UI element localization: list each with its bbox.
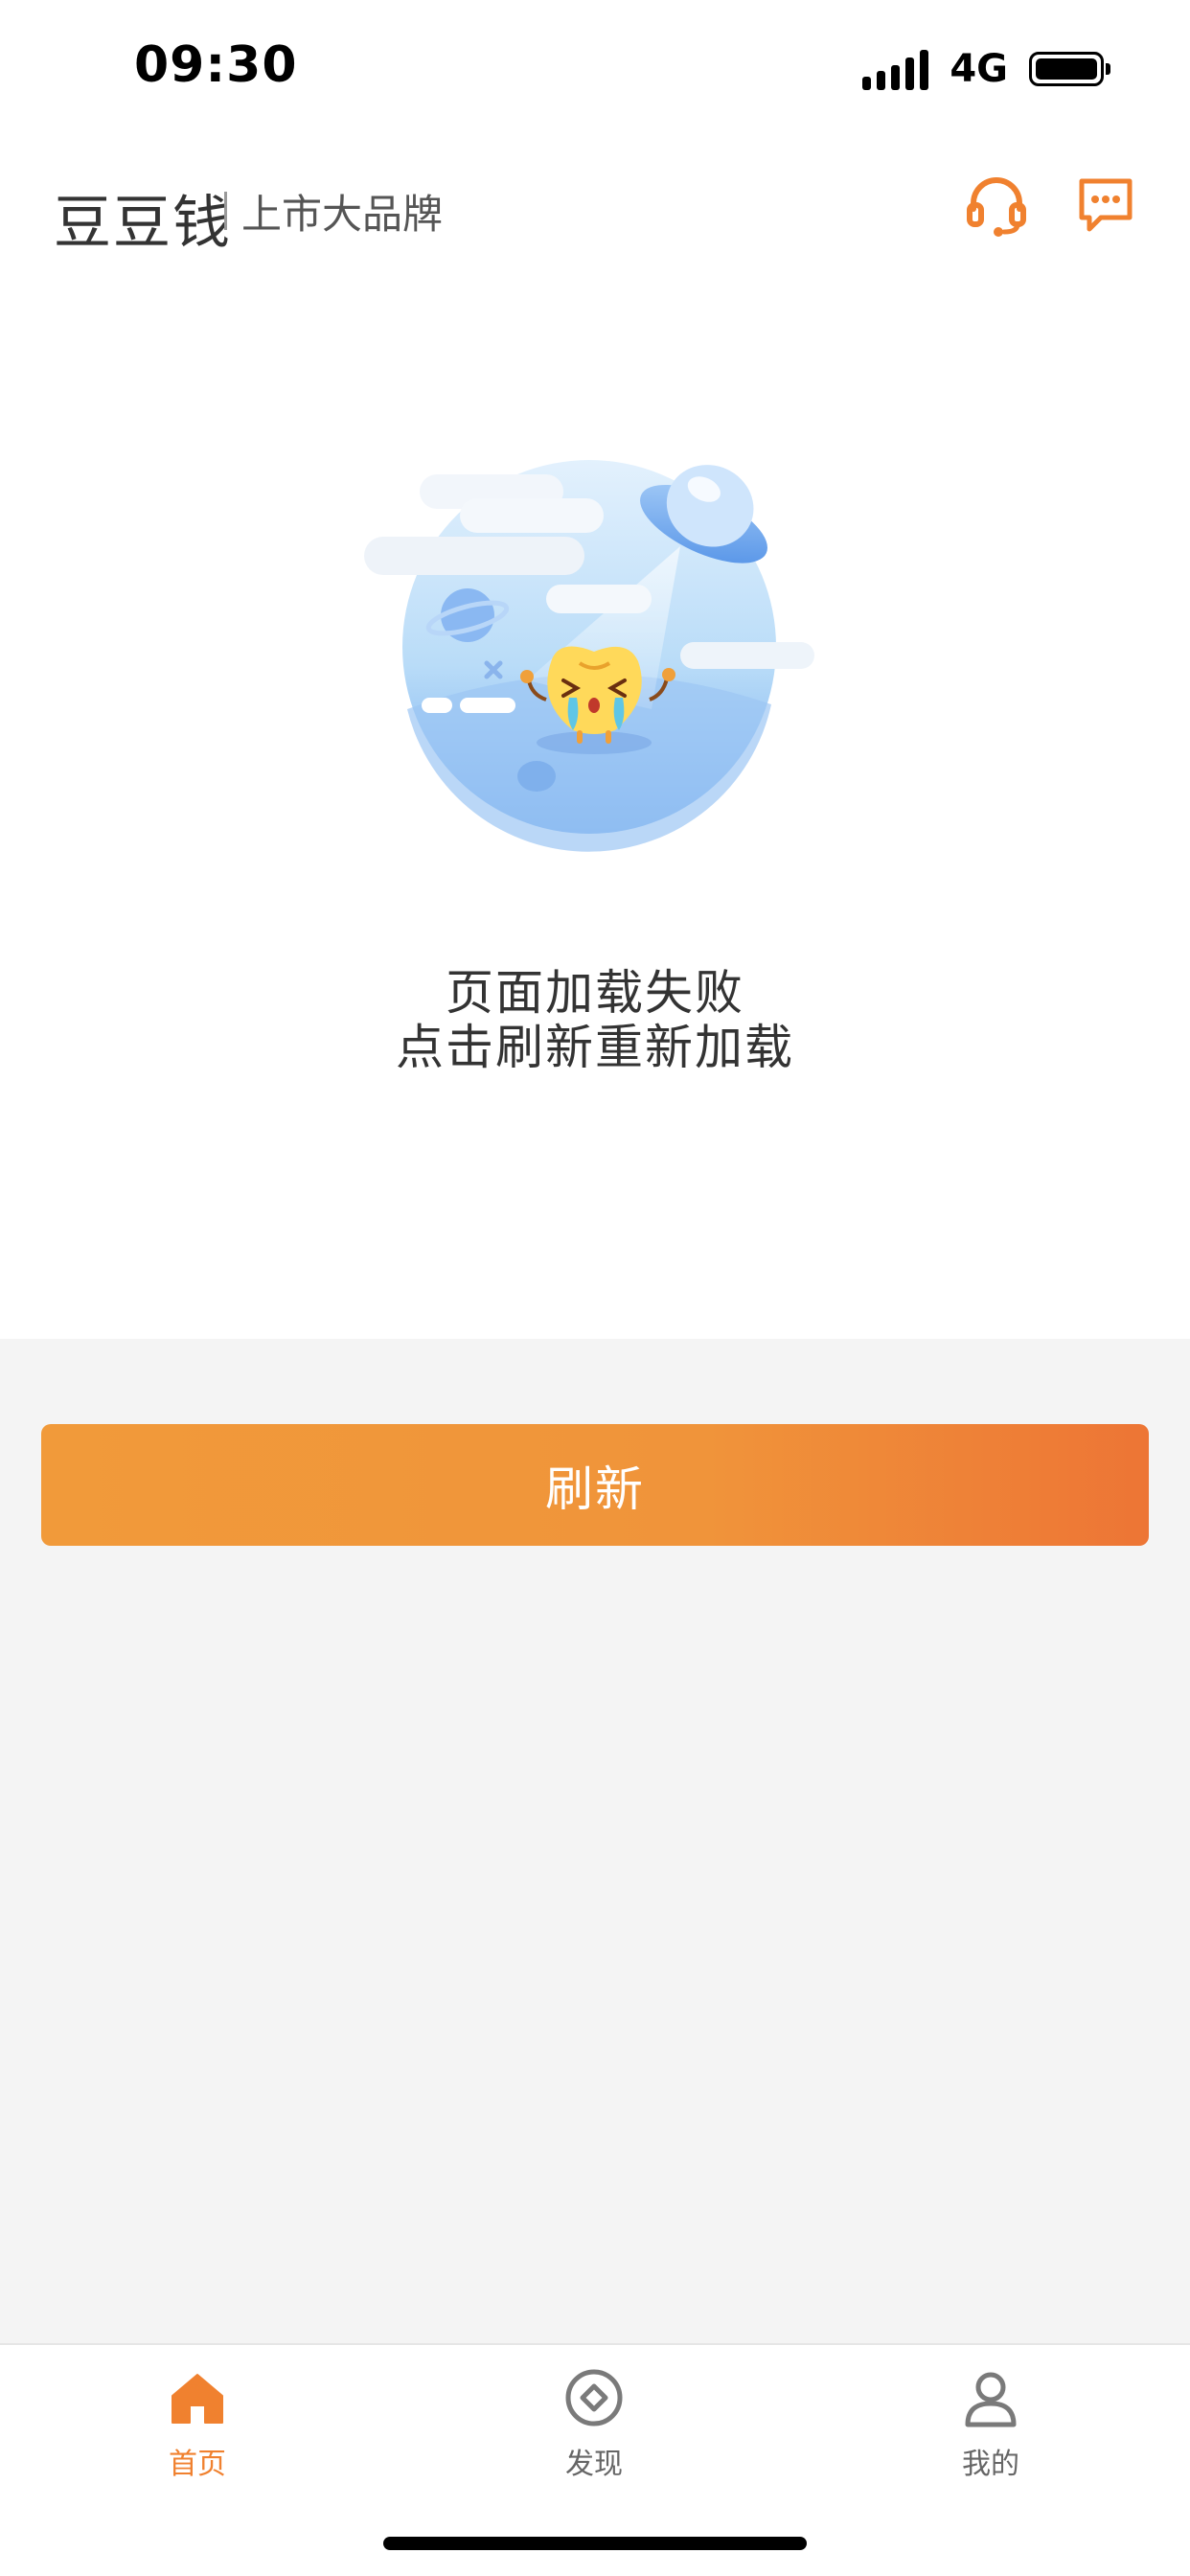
tab-discover-label: 发现 (565, 2448, 623, 2481)
brand-divider (224, 192, 227, 230)
network-label: 4G (950, 47, 1008, 91)
load-failed-illustration (364, 450, 824, 853)
brand-logo: 豆豆钱 (54, 190, 232, 257)
status-time: 09:30 (134, 36, 298, 94)
message-icon[interactable] (1071, 171, 1140, 240)
home-indicator[interactable] (383, 2537, 807, 2550)
user-icon (965, 2372, 1017, 2427)
tab-mine[interactable]: 我的 (895, 2358, 1087, 2501)
home-icon (172, 2374, 223, 2424)
tab-home-label: 首页 (169, 2448, 226, 2481)
refresh-button[interactable]: 刷新 (41, 1424, 1149, 1546)
error-subtitle: 点击刷新重新加载 (396, 1020, 794, 1075)
brand-tagline: 上市大品牌 (241, 191, 444, 238)
status-indicators: 4G (862, 44, 1110, 94)
tab-discover[interactable]: 发现 (498, 2358, 690, 2501)
tab-mine-label: 我的 (962, 2448, 1019, 2481)
battery-icon (1029, 52, 1110, 86)
discover-icon (565, 2369, 623, 2426)
signal-icon (862, 48, 929, 90)
tab-home[interactable]: 首页 (102, 2358, 293, 2501)
headset-icon[interactable] (962, 171, 1031, 240)
